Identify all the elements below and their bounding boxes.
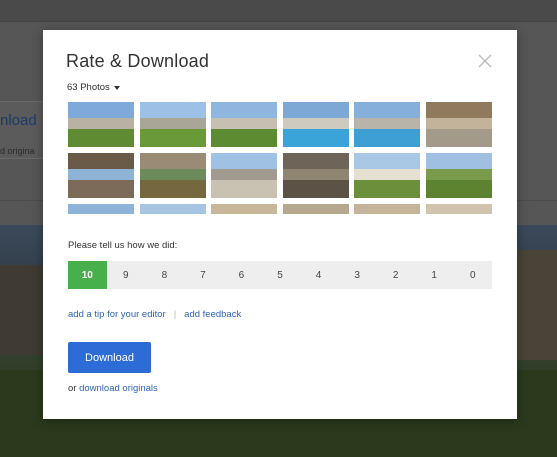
- rating-option-1[interactable]: 1: [415, 261, 454, 289]
- background-house-right: [515, 250, 557, 360]
- rate-download-modal: Rate & Download 63 Photos Please tell us…: [43, 30, 517, 419]
- download-originals-line: or download originals: [68, 383, 158, 394]
- background-house-left: [0, 265, 45, 355]
- background-originals-text: d origina: [0, 146, 35, 156]
- photo-thumbnail[interactable]: [426, 153, 492, 198]
- photo-thumbnail[interactable]: [68, 204, 134, 214]
- background-download-text: nload: [0, 112, 37, 129]
- feedback-links: add a tip for your editor | add feedback: [68, 309, 241, 320]
- rating-option-5[interactable]: 5: [261, 261, 300, 289]
- photo-thumbnail[interactable]: [68, 153, 134, 198]
- photo-thumbnail[interactable]: [211, 204, 278, 214]
- photo-thumbnail[interactable]: [282, 204, 349, 214]
- link-separator: |: [173, 309, 177, 320]
- rating-option-3[interactable]: 3: [338, 261, 377, 289]
- photo-thumbnail[interactable]: [354, 204, 421, 214]
- rating-scale: 10 9 8 7 6 5 4 3 2 1 0: [68, 261, 492, 289]
- photo-thumbnail[interactable]: [282, 102, 349, 147]
- photo-thumbnail[interactable]: [354, 102, 421, 147]
- photo-thumbnail[interactable]: [68, 102, 134, 147]
- modal-title: Rate & Download: [66, 51, 210, 71]
- rating-option-0[interactable]: 0: [453, 261, 492, 289]
- photo-thumbnail[interactable]: [211, 102, 278, 147]
- rating-option-7[interactable]: 7: [184, 261, 223, 289]
- rating-option-10[interactable]: 10: [68, 261, 107, 289]
- photo-thumbnail[interactable]: [354, 153, 421, 198]
- photo-thumbnail[interactable]: [139, 204, 206, 214]
- close-button[interactable]: [477, 53, 493, 69]
- rating-option-9[interactable]: 9: [107, 261, 146, 289]
- photo-thumbnail[interactable]: [426, 102, 492, 147]
- download-originals-link[interactable]: download originals: [79, 383, 158, 394]
- photo-thumbnail[interactable]: [426, 204, 492, 214]
- rating-option-8[interactable]: 8: [145, 261, 184, 289]
- rating-option-4[interactable]: 4: [299, 261, 338, 289]
- chevron-down-icon: [113, 85, 120, 90]
- photo-count-dropdown[interactable]: 63 Photos: [67, 82, 120, 93]
- rating-option-6[interactable]: 6: [222, 261, 261, 289]
- close-icon: [478, 54, 492, 68]
- photo-thumbnail[interactable]: [139, 153, 206, 198]
- rating-option-2[interactable]: 2: [376, 261, 415, 289]
- rating-prompt: Please tell us how we did:: [68, 240, 178, 251]
- add-tip-link[interactable]: add a tip for your editor: [68, 309, 166, 320]
- photo-count-label: 63 Photos: [67, 82, 110, 93]
- photo-thumbnail[interactable]: [139, 102, 206, 147]
- add-feedback-link[interactable]: add feedback: [184, 309, 241, 320]
- photo-thumbnail[interactable]: [282, 153, 349, 198]
- download-button[interactable]: Download: [68, 342, 151, 373]
- photo-thumbnail[interactable]: [211, 153, 278, 198]
- or-prefix: or: [68, 383, 77, 394]
- background-top-bar: [0, 0, 557, 22]
- photo-thumbnail-grid: [68, 102, 492, 214]
